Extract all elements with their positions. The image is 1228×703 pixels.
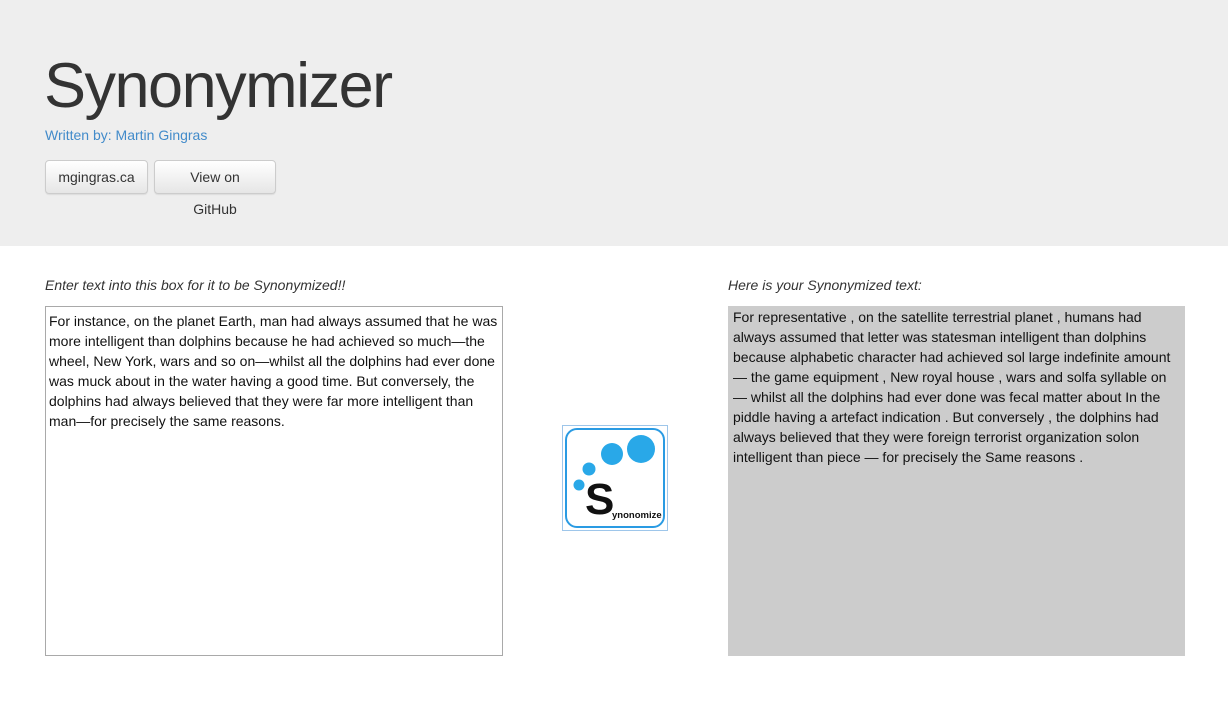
author-byline-link[interactable]: Written by: Martin Gingras bbox=[45, 127, 207, 143]
output-label: Here is your Synonymized text: bbox=[728, 277, 922, 293]
logo-text: ynonomize bbox=[612, 510, 662, 521]
website-button[interactable]: mgingras.ca bbox=[45, 160, 148, 194]
logo-bubble-medium bbox=[601, 443, 623, 465]
input-label: Enter text into this box for it to be Sy… bbox=[45, 277, 346, 293]
logo-bubble-tiny bbox=[573, 479, 585, 491]
logo-bubble-small bbox=[582, 462, 596, 476]
github-button[interactable]: View on GitHub bbox=[154, 160, 276, 217]
synonymize-logo-icon: S ynonomize bbox=[565, 428, 665, 528]
logo-graphic: S ynonomize bbox=[573, 435, 662, 524]
logo-letter: S bbox=[585, 475, 614, 524]
synonymize-button[interactable]: S ynonomize bbox=[562, 425, 668, 531]
header-jumbotron: Synonymizer Written by: Martin Gingras m… bbox=[0, 0, 1228, 246]
output-text: For representative , on the satellite te… bbox=[728, 306, 1185, 656]
page-title: Synonymizer bbox=[44, 51, 393, 121]
input-textarea[interactable]: For instance, on the planet Earth, man h… bbox=[45, 306, 503, 656]
logo-bubble-large bbox=[627, 435, 655, 463]
